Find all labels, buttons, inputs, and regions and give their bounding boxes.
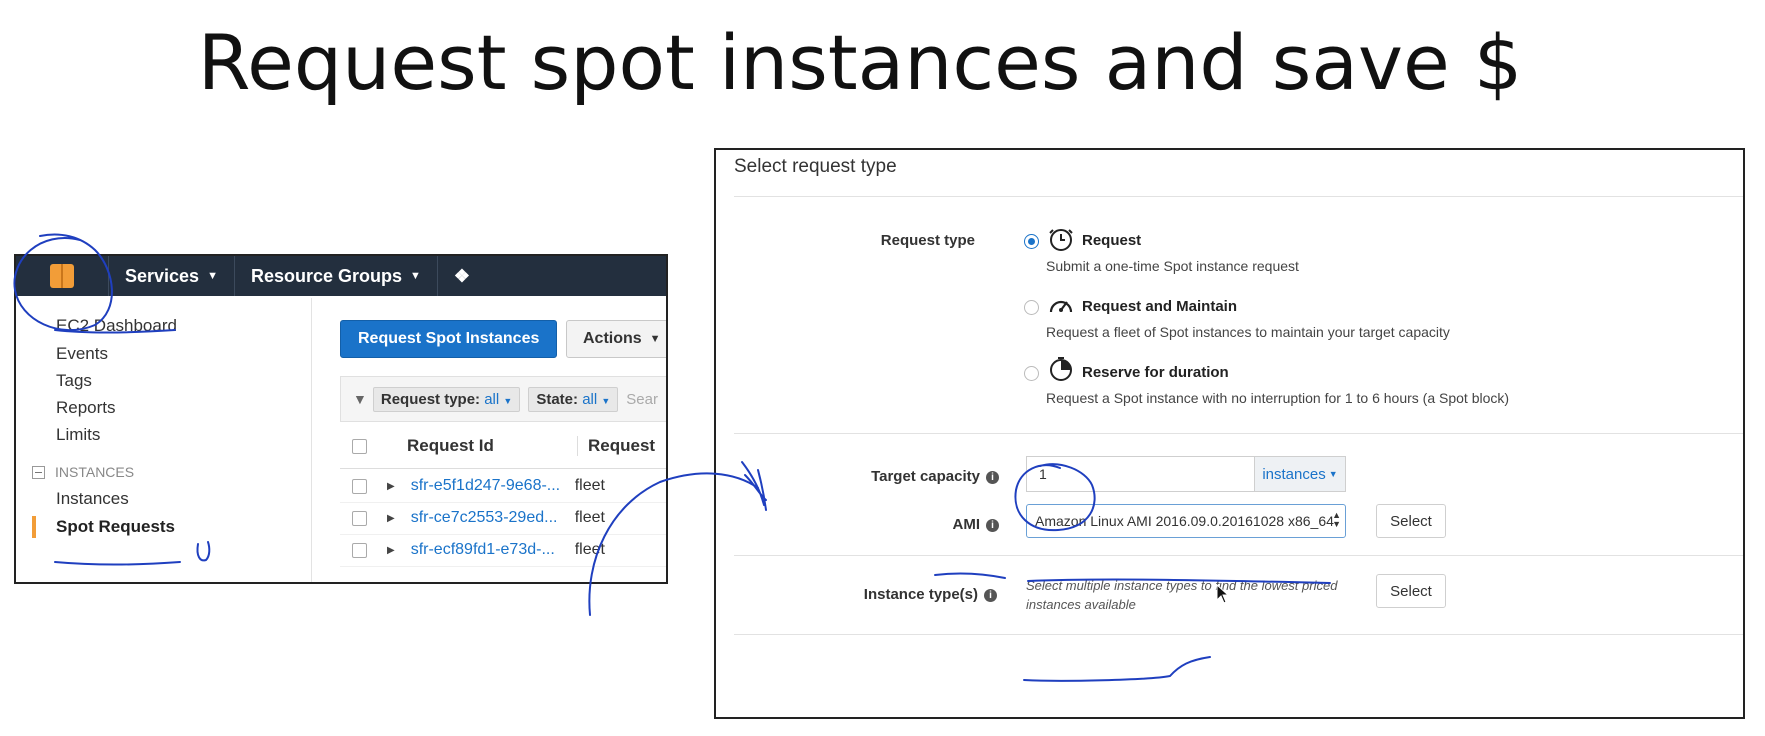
aws-logo[interactable] [16, 256, 109, 296]
resource-groups-menu[interactable]: Resource Groups ▼ [235, 256, 438, 296]
request-radio[interactable] [1024, 234, 1039, 249]
search-input[interactable]: Sear [626, 391, 658, 408]
divider [734, 196, 1743, 197]
target-capacity-text: Target capacity [871, 468, 980, 485]
request-type-cell: fleet [574, 541, 605, 558]
request-option-desc: Submit a one-time Spot instance request [1046, 258, 1299, 274]
request-type-cell: fleet [574, 509, 605, 526]
filter-bar: ▼ Request type: all ▼ State: all ▼ Sear [340, 376, 666, 422]
expand-icon[interactable]: ▶ [387, 513, 395, 524]
request-and-maintain-label[interactable]: Request and Maintain [1082, 298, 1237, 315]
sidebar-item-tags[interactable]: Tags [56, 371, 92, 391]
request-id-link[interactable]: sfr-ecf89fd1-e73d-... [411, 541, 575, 559]
request-type-filter[interactable]: Request type: all ▼ [372, 386, 521, 412]
collapse-icon [32, 465, 45, 479]
table-row[interactable]: ▶ sfr-ce7c2553-29ed... fleet [340, 502, 666, 535]
divider [734, 555, 1743, 556]
actions-button[interactable]: Actions ▼ [566, 320, 666, 358]
sidebar-item-events[interactable]: Events [56, 344, 108, 364]
ec2-console-screenshot: Services ▼ Resource Groups ▼ ❖ EC2 Dashb… [14, 254, 668, 584]
aws-top-nav: Services ▼ Resource Groups ▼ ❖ [16, 256, 666, 296]
request-type-filter-value: all [484, 390, 500, 408]
row-checkbox[interactable] [352, 542, 367, 558]
info-icon[interactable]: i [986, 519, 999, 532]
divider [734, 634, 1743, 635]
sidebar-item-instances[interactable]: Instances [56, 489, 129, 509]
ami-select-button[interactable]: Select [1376, 504, 1446, 538]
target-capacity-input[interactable]: 1 [1026, 456, 1256, 492]
capacity-unit-dropdown[interactable]: instances ▼ [1254, 456, 1346, 492]
column-header-request-id[interactable]: Request Id [407, 436, 577, 456]
row-checkbox[interactable] [352, 478, 367, 494]
target-capacity-label: Target capacity i [871, 468, 999, 485]
reserve-for-duration-desc: Request a Spot instance with no interrup… [1046, 390, 1510, 406]
ami-select[interactable]: Amazon Linux AMI 2016.09.0.20161028 x86_… [1026, 504, 1346, 538]
chevron-down-icon: ▼ [649, 333, 661, 345]
request-id-link[interactable]: sfr-ce7c2553-29ed... [411, 509, 575, 527]
info-icon[interactable]: i [984, 589, 997, 602]
clock-icon [1049, 229, 1073, 251]
active-indicator [32, 516, 36, 538]
instance-types-label: Instance type(s) i [864, 586, 997, 603]
ec2-sidebar: EC2 Dashboard Events Tags Reports Limits… [16, 298, 312, 582]
request-and-maintain-radio[interactable] [1024, 300, 1039, 315]
gauge-icon [1049, 300, 1073, 313]
chevron-down-icon: ▼ [503, 395, 513, 406]
request-option-label[interactable]: Request [1082, 232, 1141, 249]
table-row[interactable]: ▶ sfr-e5f1d247-9e68-... fleet [340, 470, 666, 503]
request-type-label: Request type [880, 232, 975, 249]
pin-icon[interactable]: ❖ [438, 266, 486, 287]
mouse-cursor-icon [1216, 584, 1230, 604]
table-header: Request Id Request [340, 424, 666, 469]
chevron-down-icon: ▼ [601, 395, 611, 406]
request-type-filter-label: Request type: [380, 390, 481, 408]
chevron-down-icon: ▼ [207, 270, 218, 282]
select-all-checkbox[interactable] [352, 438, 367, 454]
chevron-down-icon: ▼ [410, 270, 421, 282]
expand-icon[interactable]: ▶ [387, 481, 395, 492]
services-menu[interactable]: Services ▼ [109, 256, 235, 296]
resource-groups-label: Resource Groups [250, 265, 403, 286]
select-arrows-icon: ▲ ▼ [1332, 510, 1341, 529]
table-row[interactable]: ▶ sfr-ecf89fd1-e73d-... fleet [340, 534, 666, 567]
instance-types-hint: Select multiple instance types to find t… [1026, 578, 1338, 612]
capacity-unit-label: instances [1262, 465, 1326, 483]
timer-icon [1050, 357, 1072, 381]
cube-icon [50, 264, 74, 288]
sidebar-group-instances[interactable]: INSTANCES [32, 464, 134, 480]
section-title: Select request type [734, 156, 897, 177]
spot-request-form-screenshot: Select request type Request type Request… [714, 148, 1745, 719]
sidebar-item-ec2-dashboard[interactable]: EC2 Dashboard [56, 316, 177, 336]
actions-label: Actions [583, 330, 642, 347]
sidebar-item-spot-requests[interactable]: Spot Requests [56, 517, 175, 537]
request-spot-instances-button[interactable]: Request Spot Instances [340, 320, 558, 358]
instance-types-text: Instance type(s) [863, 586, 978, 603]
slide-title: Request spot instances and save $ [197, 18, 1523, 107]
sidebar-item-reports[interactable]: Reports [56, 398, 116, 418]
reserve-for-duration-radio[interactable] [1024, 366, 1039, 381]
filter-icon: ▼ [353, 391, 367, 407]
ami-select-value: Amazon Linux AMI 2016.09.0.20161028 x86_… [1035, 513, 1334, 529]
state-filter-value: all [582, 390, 598, 408]
spot-requests-main: Request Spot Instances Actions ▼ ▼ Reque… [326, 298, 666, 582]
divider [734, 433, 1743, 434]
state-filter-label: State: [536, 390, 579, 408]
chevron-down-icon: ▼ [1328, 469, 1338, 479]
ami-text: AMI [952, 516, 981, 533]
sidebar-item-limits[interactable]: Limits [56, 425, 100, 445]
reserve-for-duration-label[interactable]: Reserve for duration [1082, 364, 1229, 381]
expand-icon[interactable]: ▶ [387, 545, 395, 556]
request-type-cell: fleet [574, 477, 605, 494]
instance-types-select-button[interactable]: Select [1376, 574, 1446, 608]
sidebar-group-label: INSTANCES [55, 464, 135, 480]
request-and-maintain-desc: Request a fleet of Spot instances to mai… [1046, 324, 1450, 340]
row-checkbox[interactable] [352, 510, 367, 526]
ami-label: AMI i [952, 516, 999, 533]
info-icon[interactable]: i [986, 471, 999, 484]
services-label: Services [125, 265, 200, 286]
column-header-request-type[interactable]: Request [577, 436, 655, 456]
state-filter[interactable]: State: all ▼ [528, 386, 619, 412]
request-id-link[interactable]: sfr-e5f1d247-9e68-... [411, 477, 575, 495]
